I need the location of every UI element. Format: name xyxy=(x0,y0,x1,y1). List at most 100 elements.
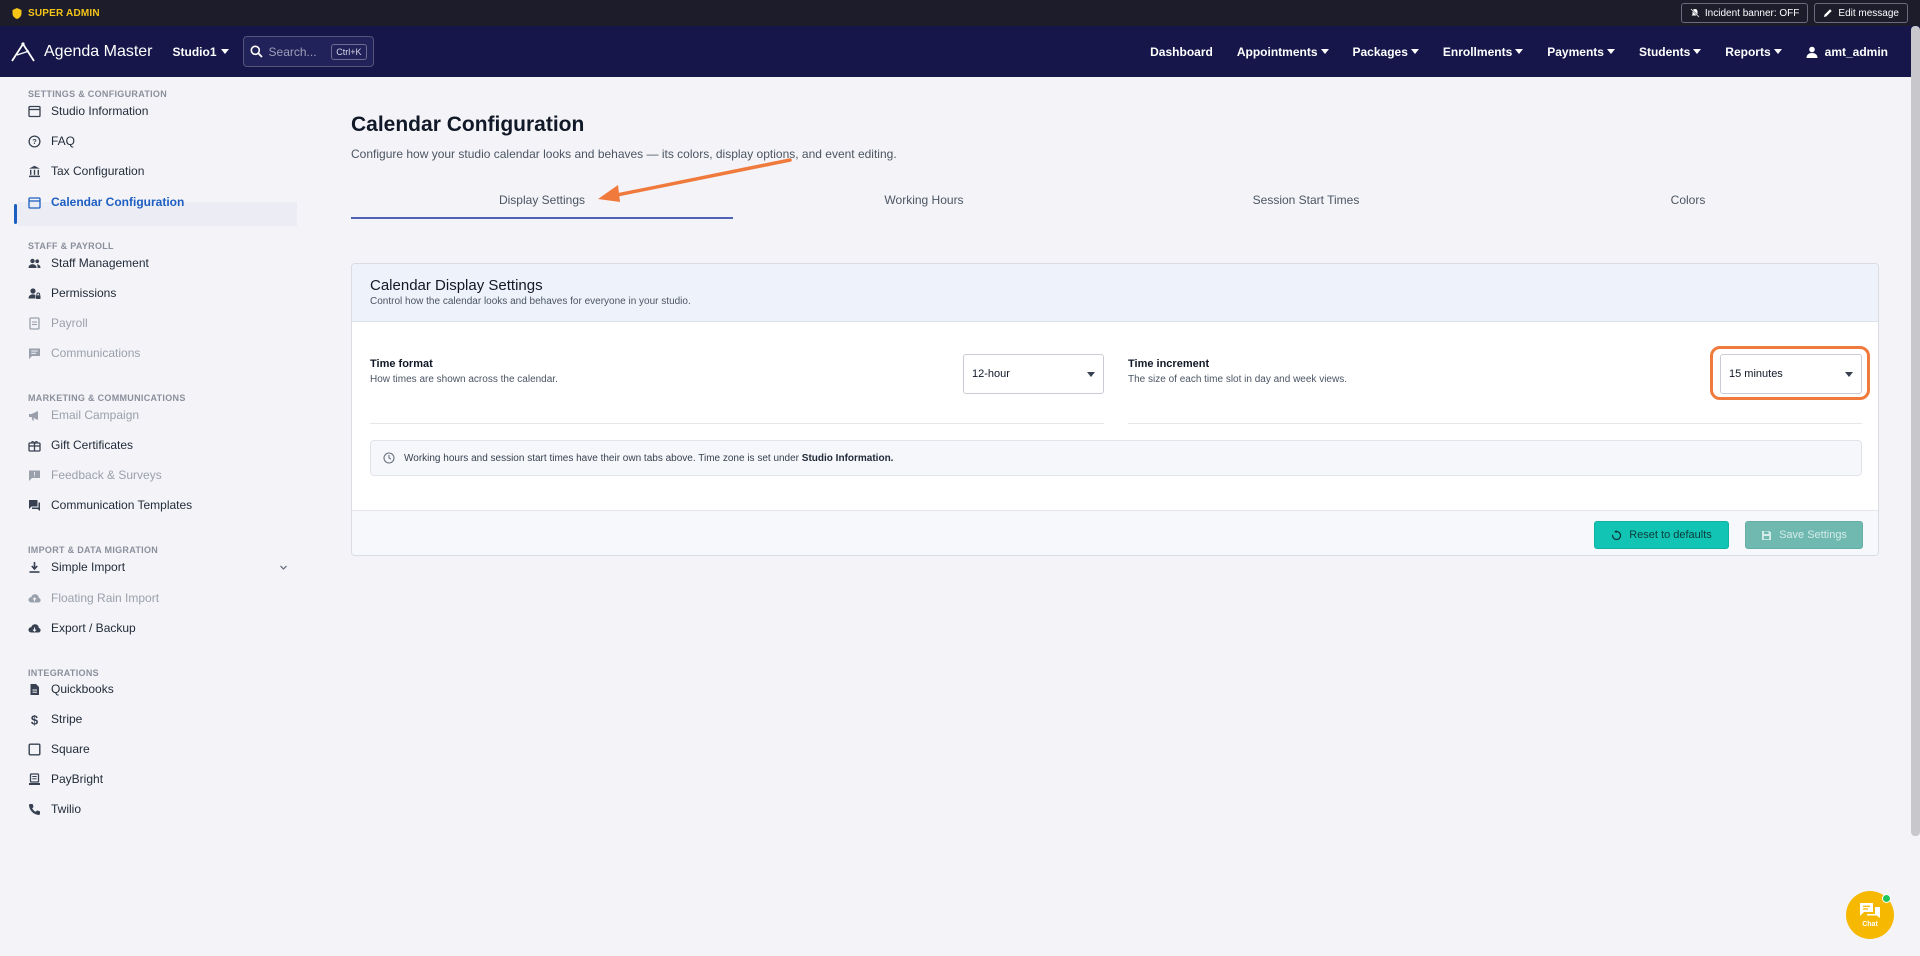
sidebar-item-communications[interactable]: Communications xyxy=(28,341,140,365)
nav-payments[interactable]: Payments xyxy=(1547,45,1615,59)
nav-students[interactable]: Students xyxy=(1638,44,1702,59)
sidebar-item-staff-management[interactable]: Staff Management xyxy=(28,251,149,275)
help-circle-icon: ? xyxy=(28,134,41,148)
svg-text:$: $ xyxy=(31,713,39,726)
page-scrollbar[interactable] xyxy=(1911,26,1920,836)
sidebar-item-tax-configuration[interactable]: Tax Configuration xyxy=(28,159,144,183)
card-footer: Reset to defaults Save Settings xyxy=(352,510,1878,555)
tab-colors[interactable]: Colors xyxy=(1497,193,1879,207)
user-menu[interactable]: amt_admin xyxy=(1806,45,1888,59)
megaphone-icon xyxy=(29,410,38,420)
incident-banner-button[interactable]: Incident banner: OFF xyxy=(1680,3,1809,23)
sidebar-item-email-campaign[interactable]: Email Campaign xyxy=(28,403,139,427)
time-format-help: How times are shown across the calendar. xyxy=(370,374,558,385)
sidebar-item-floating-rain-import[interactable]: Floating Rain Import xyxy=(28,586,159,610)
sidebar-item-communication-templates[interactable]: Communication Templates xyxy=(28,493,192,517)
sidebar-item-label: Payroll xyxy=(51,316,88,330)
chevron-down-icon xyxy=(280,565,287,570)
gift-icon xyxy=(28,440,41,452)
storefront-icon xyxy=(28,105,41,117)
pencil-icon xyxy=(1824,9,1833,17)
sidebar-item-label: Export / Backup xyxy=(51,621,136,635)
chevron-down-icon xyxy=(220,49,229,54)
feedback-icon: ! xyxy=(29,470,40,481)
sidebar-item-studio-information[interactable]: Studio Information xyxy=(28,99,148,123)
time-format-label: Time format xyxy=(370,358,433,370)
nav-packages-label: Packages xyxy=(1352,44,1408,59)
sidebar-item-payroll[interactable]: Payroll xyxy=(28,311,88,335)
phone-icon xyxy=(29,803,40,815)
time-increment-help: The size of each time slot in day and we… xyxy=(1128,374,1347,385)
chevron-down-icon xyxy=(1773,49,1782,54)
save-settings-button[interactable]: Save Settings xyxy=(1745,521,1863,549)
sidebar-item-label: Email Campaign xyxy=(51,408,140,422)
sidebar-item-gift-certificates[interactable]: Gift Certificates xyxy=(28,433,133,457)
sidebar-item-label: Permissions xyxy=(51,286,117,300)
chat-label: Chat xyxy=(1862,921,1878,928)
time-increment-label: Time increment xyxy=(1128,358,1210,370)
user-name: amt_admin xyxy=(1824,44,1888,59)
sidebar-item-stripe[interactable]: $ Stripe xyxy=(28,707,82,731)
dollar-icon: $ xyxy=(31,713,39,726)
section-title-settings: SETTINGS & CONFIGURATION xyxy=(28,89,168,99)
edit-message-button[interactable]: Edit message xyxy=(1814,3,1908,23)
active-item-indicator xyxy=(14,204,17,224)
card-title: Calendar Display Settings xyxy=(370,277,543,294)
nav-dashboard-label: Dashboard xyxy=(1150,44,1213,59)
calendar-icon xyxy=(28,196,41,209)
user-icon xyxy=(1806,46,1818,58)
search-shortcut: Ctrl+K xyxy=(331,43,367,60)
sidebar-item-label: Communications xyxy=(51,346,141,360)
nav-packages[interactable]: Packages xyxy=(1353,45,1419,59)
super-admin-bar: SUPER ADMIN Incident banner: OFF Edit me… xyxy=(0,0,1920,26)
sidebar-item-square[interactable]: Square xyxy=(28,737,90,761)
studio-selector[interactable]: Studio1 xyxy=(173,45,229,59)
sidebar-item-paybright[interactable]: PayBright xyxy=(28,767,103,791)
nav-appointments[interactable]: Appointments xyxy=(1237,45,1329,59)
time-increment-highlight xyxy=(1710,346,1870,400)
super-admin-badge: SUPER ADMIN xyxy=(12,7,100,19)
section-title-marketing: MARKETING & COMMUNICATIONS xyxy=(28,393,186,403)
global-search[interactable]: Search... Ctrl+K xyxy=(242,36,374,67)
file-icon xyxy=(30,683,39,695)
shield-icon xyxy=(12,7,22,19)
brand[interactable]: Agenda Master xyxy=(10,41,153,63)
time-format-select[interactable]: 12-hour xyxy=(963,354,1104,394)
nav-appointments-label: Appointments xyxy=(1236,44,1318,59)
nav-students-label: Students xyxy=(1638,44,1691,59)
field-divider xyxy=(370,423,1104,424)
sidebar-item-faq[interactable]: ? FAQ xyxy=(28,129,75,153)
sidebar-item-calendar-configuration[interactable]: Calendar Configuration xyxy=(28,190,184,214)
sidebar-item-feedback-surveys[interactable]: ! Feedback & Surveys xyxy=(28,463,162,487)
bank-icon xyxy=(29,165,40,177)
card-header: Calendar Display Settings Control how th… xyxy=(352,264,1878,322)
page-title: Calendar Configuration xyxy=(351,113,585,136)
sidebar-item-label: Gift Certificates xyxy=(51,438,134,452)
svg-text:!: ! xyxy=(34,472,36,478)
reset-to-defaults-button[interactable]: Reset to defaults xyxy=(1594,521,1729,549)
studio-information-link[interactable]: Studio Information. xyxy=(802,453,894,464)
time-format-value: 12-hour xyxy=(972,368,1010,380)
sidebar-item-label: Simple Import xyxy=(51,560,126,574)
nav-reports[interactable]: Reports xyxy=(1725,44,1782,59)
chevron-down-icon xyxy=(1693,49,1702,54)
settings-sidebar: SETTINGS & CONFIGURATION Studio Informat… xyxy=(0,77,298,956)
sidebar-item-quickbooks[interactable]: Quickbooks xyxy=(28,677,114,701)
sidebar-item-export-backup[interactable]: Export / Backup xyxy=(28,616,136,640)
svg-text:?: ? xyxy=(32,137,37,146)
nav-enrollments[interactable]: Enrollments xyxy=(1443,45,1524,59)
tab-session-start-times[interactable]: Session Start Times xyxy=(1115,193,1497,207)
nav-dashboard[interactable]: Dashboard xyxy=(1150,45,1213,59)
incident-banner-label: Incident banner: OFF xyxy=(1704,7,1800,19)
sidebar-item-simple-import[interactable]: Simple Import xyxy=(28,555,288,579)
chevron-down-icon xyxy=(1320,49,1329,54)
sidebar-item-permissions[interactable]: Permissions xyxy=(28,281,116,305)
info-text-body: Working hours and session start times ha… xyxy=(404,452,800,464)
sidebar-item-label: Calendar Configuration xyxy=(51,195,185,209)
sidebar-item-twilio[interactable]: Twilio xyxy=(28,797,81,821)
chat-bubbles-icon xyxy=(1860,903,1880,918)
sidebar-item-label: Studio Information xyxy=(51,104,149,118)
chat-widget-button[interactable]: Chat xyxy=(1846,891,1894,939)
receipt-icon xyxy=(29,772,40,785)
nav-reports-label: Reports xyxy=(1725,44,1771,59)
